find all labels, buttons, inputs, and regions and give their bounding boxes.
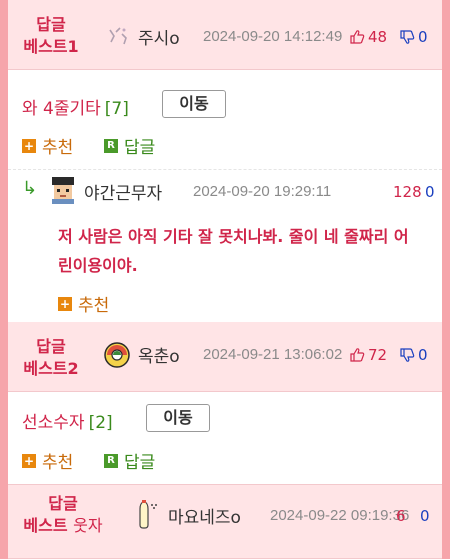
plus-icon: + <box>22 453 36 468</box>
best-rank-line2: 베스트 <box>23 516 68 535</box>
reply-button[interactable]: R 답글 <box>104 133 155 158</box>
recommend-button[interactable]: + 추천 <box>22 448 73 473</box>
plus-icon: + <box>22 138 36 153</box>
author-nickname[interactable]: 옥춘o <box>138 342 180 367</box>
plus-icon: + <box>58 296 72 311</box>
divider <box>8 169 442 170</box>
author-nickname[interactable]: 야간근무자 <box>84 179 162 204</box>
user-avatar-icon <box>104 342 130 368</box>
recommend-label: 추천 <box>42 453 74 473</box>
reply-content: 저 사람은 아직 기타 잘 못치나봐. 줄이 네 줄짜리 어린이용이야. <box>58 227 409 275</box>
downvote-button[interactable]: 0 <box>399 28 428 46</box>
best-reply-header-2: 답글 베스트2 옥춘o 2024-09-21 13:06:02 72 0 <box>8 322 442 392</box>
post-date: 2024-09-22 09:19:36 <box>270 507 410 524</box>
best-rank-badge: 답글 베스트2 <box>8 336 94 380</box>
user-avatar-icon <box>52 177 74 204</box>
reply-label: 답글 <box>124 453 156 473</box>
post-date: 2024-09-20 19:29:11 <box>193 183 332 200</box>
downvote-count: 0 <box>420 507 430 525</box>
best-reply-body: 선소수자 [2] <box>22 408 113 433</box>
recommend-label: 추천 <box>42 138 74 158</box>
thumbs-down-icon <box>400 30 415 44</box>
best-reply-header-1: 답글 베스트1 주시o 2024-09-20 14:12:49 48 0 <box>8 0 442 70</box>
thumbs-up-icon <box>350 30 365 44</box>
reply-count: [7] <box>104 99 129 119</box>
upvote-count-button[interactable]: 128 <box>393 183 422 201</box>
post-date: 2024-09-21 13:06:02 <box>203 346 343 363</box>
move-button[interactable]: 이동 <box>162 90 226 118</box>
downvote-count: 0 <box>418 346 428 364</box>
upvote-count: 128 <box>393 183 422 201</box>
upvote-button[interactable]: 48 <box>349 28 387 46</box>
downvote-count: 0 <box>418 28 428 46</box>
downvote-count-button[interactable]: 0 <box>420 507 430 525</box>
downvote-count-button[interactable]: 0 <box>425 183 435 201</box>
best-rank-line2: 베스트1 <box>23 37 79 56</box>
reply-button[interactable]: R 답글 <box>104 448 155 473</box>
thumbs-up-icon <box>350 348 365 362</box>
upvote-count: 6 <box>396 507 406 525</box>
recommend-button[interactable]: + 추천 <box>58 291 109 316</box>
post-date: 2024-09-20 14:12:49 <box>203 28 343 45</box>
reply-arrow-icon: ↳ <box>22 178 38 199</box>
best-rank-badge: 답글 베스트 웃자 <box>8 493 118 537</box>
reply-r-icon: R <box>104 453 118 468</box>
downvote-button[interactable]: 0 <box>399 346 428 364</box>
upvote-button[interactable]: 72 <box>349 346 387 364</box>
author-nickname[interactable]: 주시o <box>138 24 180 49</box>
reply-label: 답글 <box>124 138 156 158</box>
reply-text: 선소수자 <box>22 413 85 433</box>
move-button[interactable]: 이동 <box>146 404 210 432</box>
upvote-count-button[interactable]: 6 <box>396 507 406 525</box>
best-rank-suffix: 웃자 <box>73 516 103 535</box>
best-rank-badge: 답글 베스트1 <box>8 14 94 58</box>
best-rank-line1: 답글 <box>36 337 66 356</box>
user-avatar-icon <box>109 27 127 45</box>
upvote-count: 48 <box>368 28 388 46</box>
reply-r-icon: R <box>104 138 118 153</box>
reply-text: 와 4줄기타 <box>22 99 101 119</box>
best-rank-line1: 답글 <box>36 15 66 34</box>
best-replies-panel: 답글 베스트1 주시o 2024-09-20 14:12:49 48 0 와 4… <box>0 0 450 559</box>
author-nickname[interactable]: 마요네즈o <box>168 503 241 528</box>
reply-count: [2] <box>88 413 113 433</box>
best-reply-header-3: 답글 베스트 웃자 마요네즈o 2024-09-22 09:19:36 6 0 <box>8 484 442 559</box>
user-avatar-icon <box>139 500 157 529</box>
recommend-label: 추천 <box>78 296 110 316</box>
upvote-count: 72 <box>368 346 388 364</box>
downvote-count: 0 <box>425 183 435 201</box>
recommend-button[interactable]: + 추천 <box>22 133 73 158</box>
best-rank-line1: 답글 <box>48 494 78 513</box>
best-reply-body: 와 4줄기타 [7] <box>22 94 129 119</box>
thumbs-down-icon <box>400 348 415 362</box>
best-rank-line2: 베스트2 <box>23 359 79 378</box>
